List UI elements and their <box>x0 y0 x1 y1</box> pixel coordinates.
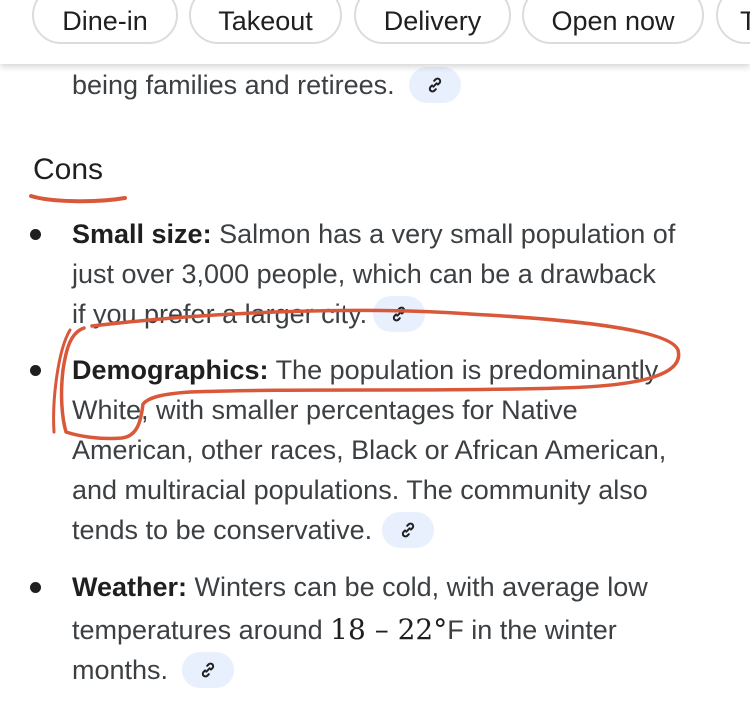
source-link-chip[interactable] <box>373 296 426 332</box>
cons-item-title: Small size: <box>72 219 212 249</box>
cons-item-weather-line-3: months. <box>72 652 235 690</box>
link-icon <box>428 77 441 93</box>
cons-item-demographics-line-4: and multiracial populations. The communi… <box>72 475 648 505</box>
chip-takeout[interactable]: Takeout <box>189 0 342 44</box>
cons-item-text: if you prefer a larger city. <box>72 299 368 330</box>
chip-partial[interactable]: T <box>716 0 750 44</box>
chip-delivery[interactable]: Delivery <box>354 0 511 44</box>
cons-item-text: Winters can be cold, with average low <box>194 572 648 602</box>
cons-item-small-size-line-1: Small size: Salmon has a very small popu… <box>72 218 675 250</box>
cons-item-title: Weather: <box>72 572 188 602</box>
link-icon <box>402 522 415 538</box>
cons-item-demographics-line-5: tends to be conservative. <box>72 512 435 550</box>
cons-item-small-size-line-3: if you prefer a larger city. <box>72 296 426 334</box>
link-icon <box>392 306 406 322</box>
cons-heading: Cons <box>33 153 104 186</box>
cons-item-demographics-line-1: Demographics: The population is predomin… <box>72 354 658 386</box>
cons-item-text: Salmon has a very small population of <box>219 219 676 249</box>
source-link-chip[interactable] <box>382 512 435 548</box>
bullet-dot <box>30 229 41 240</box>
link-icon <box>201 662 215 678</box>
chip-open-now[interactable]: Open now <box>522 0 704 44</box>
cons-item-demographics-line-2: White, with smaller percentages for Nati… <box>72 395 578 425</box>
intro-text: being families and retirees. <box>72 70 395 101</box>
intro-line: being families and retirees. <box>72 67 461 105</box>
cons-item-text: The population is predominantly <box>275 355 659 385</box>
cons-item-text: tends to be conservative. <box>72 515 373 546</box>
cons-item-weather-line-1: Weather: Winters can be cold, with avera… <box>72 571 648 603</box>
filter-chip-bar: Dine-in Takeout Delivery Open now T <box>0 0 750 64</box>
ai-overview-content: being families and retirees. Cons Small … <box>0 0 750 723</box>
bullet-dot <box>30 365 41 376</box>
source-link-chip[interactable] <box>182 652 235 688</box>
cons-item-demographics-line-3: American, other races, Black or African … <box>72 435 667 465</box>
cons-item-title: Demographics: <box>72 355 269 385</box>
cons-item-text: temperatures around <box>72 615 323 645</box>
cons-item-weather-line-2: temperatures around 18 – 22°F in the win… <box>72 614 617 646</box>
bullet-dot <box>30 582 41 593</box>
chip-dine-in[interactable]: Dine-in <box>32 0 178 44</box>
temperature-range: 18 – 22° <box>330 613 448 646</box>
cons-item-small-size-line-2: just over 3,000 people, which can be a d… <box>72 259 656 289</box>
cons-item-text: months. <box>72 655 169 686</box>
cons-item-text: F in the winter <box>447 615 617 645</box>
source-link-chip[interactable] <box>408 67 461 103</box>
